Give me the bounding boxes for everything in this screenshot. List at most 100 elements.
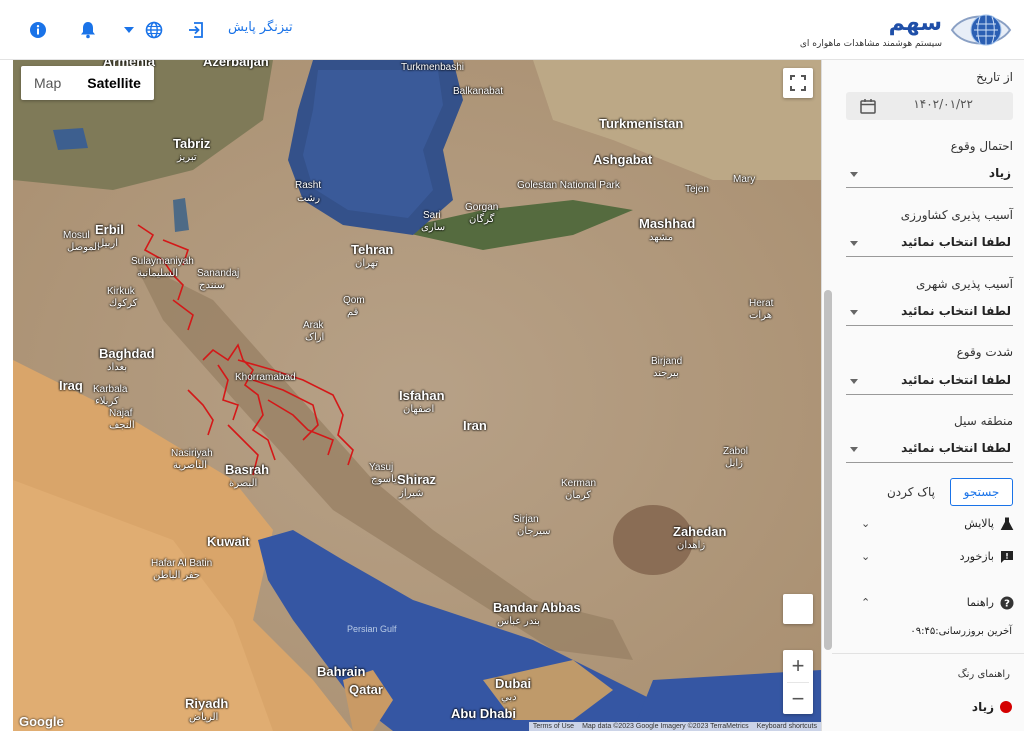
map-label-birjand-fa: بیرجند bbox=[653, 368, 679, 379]
login-icon[interactable] bbox=[186, 20, 206, 40]
terms-link[interactable]: Terms of Use bbox=[533, 723, 574, 730]
map-label-bahrain: Bahrain bbox=[317, 664, 366, 679]
accordion-guide[interactable]: ? راهنما ⌃ bbox=[821, 589, 1024, 619]
chevron-down-icon[interactable] bbox=[122, 20, 136, 40]
chevron-down-icon bbox=[850, 447, 858, 452]
map-label-riyadh: Riyadh bbox=[185, 696, 229, 711]
info-icon[interactable] bbox=[28, 20, 48, 40]
map-label-yasuj-fa: یاسوج bbox=[371, 474, 397, 485]
chevron-down-icon bbox=[850, 241, 858, 246]
map-label-sirjan-fa: سیرجان bbox=[517, 526, 551, 537]
map-label-hafar-fa: حفر الباطن bbox=[153, 570, 200, 581]
zoom-in-button[interactable]: + bbox=[783, 650, 813, 682]
map-data-text: Map data ©2023 Google Imagery ©2023 Terr… bbox=[582, 723, 749, 730]
globe-icon[interactable] bbox=[144, 20, 164, 40]
map-label-zabol-fa: زابل bbox=[725, 458, 743, 469]
severity-select[interactable]: لطفا انتخاب نمائید bbox=[846, 369, 1013, 395]
map-label-sari: Sari bbox=[423, 210, 441, 221]
map-label-najaf-fa: النجف bbox=[109, 420, 135, 431]
chevron-up-icon: ⌃ bbox=[861, 596, 871, 609]
map-label-persian-gulf: Persian Gulf bbox=[347, 624, 397, 634]
map-type-satellite-button[interactable]: Satellite bbox=[74, 66, 154, 100]
map-label-nasiriyah: Nasiriyah bbox=[171, 448, 213, 459]
project-name[interactable]: تیزنگر پایش bbox=[228, 20, 293, 35]
sidebar-divider bbox=[832, 653, 1024, 654]
accordion-refinery[interactable]: پالایش ⌄ bbox=[821, 510, 1024, 540]
map-label-zahedan-fa: زاهدان bbox=[677, 540, 706, 551]
urban-vulnerability-value: لطفا انتخاب نمائید bbox=[901, 304, 1011, 318]
map-label-birjand: Birjand bbox=[651, 356, 683, 367]
map-label-erbil: Erbil bbox=[95, 222, 124, 237]
brand-subtitle: سیستم هوشمند مشاهدات ماهواره ای bbox=[799, 39, 942, 49]
map-label-karbala-fa: كربلاء bbox=[95, 396, 119, 407]
flood-zone-select[interactable]: لطفا انتخاب نمائید bbox=[846, 437, 1013, 463]
probability-select[interactable]: زیاد bbox=[846, 162, 1013, 188]
map-label-sanandaj-fa: سنندج bbox=[199, 280, 226, 291]
probability-label: احتمال وقوع bbox=[950, 139, 1013, 153]
fullscreen-icon bbox=[790, 75, 806, 91]
agri-vulnerability-value: لطفا انتخاب نمائید bbox=[901, 235, 1011, 249]
chevron-down-icon bbox=[850, 379, 858, 384]
accordion-feedback[interactable]: بازخورد ⌄ bbox=[821, 543, 1024, 573]
accordion-feedback-label: بازخورد bbox=[959, 550, 994, 563]
clear-button[interactable]: پاک کردن bbox=[880, 478, 942, 506]
map-label-dubai: Dubai bbox=[495, 676, 532, 691]
legend-item-label: زیاد bbox=[971, 700, 994, 714]
keyboard-shortcuts-link[interactable]: Keyboard shortcuts bbox=[757, 723, 817, 730]
map-label-bandar-abbas-fa: بندر عباس bbox=[497, 616, 540, 627]
top-header: تیزنگر پایش سهم سیستم هوشمند مشاهدات ماه… bbox=[0, 0, 1024, 60]
search-button[interactable]: جستجو bbox=[950, 478, 1013, 506]
map-label-bandar-abbas: Bandar Abbas bbox=[493, 600, 581, 615]
map-label-isfahan-fa: اصفهان bbox=[403, 404, 435, 415]
map-label-sulaymaniyah: Sulaymaniyah bbox=[131, 256, 194, 267]
agri-vulnerability-select[interactable]: لطفا انتخاب نمائید bbox=[846, 231, 1013, 257]
map-type-map-button[interactable]: Map bbox=[21, 66, 74, 100]
map-label-tehran: Tehran bbox=[351, 242, 394, 257]
map-label-gorgan-fa: گرگان bbox=[469, 214, 495, 225]
accordion-guide-label: راهنما bbox=[966, 596, 994, 609]
map-label-shiraz-fa: شیراز bbox=[399, 488, 424, 499]
bell-icon[interactable] bbox=[78, 20, 98, 40]
legend-title: راهنمای رنگ bbox=[957, 669, 1010, 680]
map-label-arak: Arak bbox=[303, 320, 324, 331]
zoom-out-button[interactable]: − bbox=[783, 683, 813, 715]
map-label-tejen: Tejen bbox=[685, 184, 709, 195]
map-label-mosul-fa: الموصل bbox=[67, 242, 100, 253]
map-label-abu-dhabi: Abu Dhabi bbox=[451, 706, 516, 721]
legend-item: زیاد bbox=[972, 700, 1012, 714]
street-view-button[interactable] bbox=[783, 594, 813, 624]
map-label-gorgan: Gorgan bbox=[465, 202, 499, 213]
map-label-sirjan: Sirjan bbox=[513, 514, 539, 525]
map-label-mosul: Mosul bbox=[63, 230, 90, 241]
map-label-ashgabat: Ashgabat bbox=[593, 152, 653, 167]
urban-vulnerability-select[interactable]: لطفا انتخاب نمائید bbox=[846, 300, 1013, 326]
accordion-refinery-label: پالایش bbox=[964, 517, 994, 530]
map-label-kuwait: Kuwait bbox=[207, 534, 250, 549]
agri-vulnerability-label: آسیب پذیری کشاورزی bbox=[900, 208, 1013, 222]
map-label-qom: Qom bbox=[343, 295, 365, 306]
map-view[interactable]: Armenia Azerbaijan Turkmenbashi Balkanab… bbox=[13, 60, 821, 731]
map-label-zabol: Zabol bbox=[723, 446, 749, 457]
map-label-balkanabat: Balkanabat bbox=[453, 86, 504, 97]
map-label-riyadh-fa: الرياض bbox=[189, 712, 219, 723]
fullscreen-button[interactable] bbox=[783, 68, 813, 98]
map-label-kerman-fa: کرمان bbox=[565, 490, 592, 501]
eye-logo-icon bbox=[950, 14, 1012, 46]
urban-vulnerability-label: آسیب پذیری شهری bbox=[915, 277, 1013, 291]
map-label-sulaymaniyah-fa: السليمانية bbox=[137, 268, 179, 279]
map-label-tabriz: Tabriz bbox=[173, 136, 211, 151]
severity-value: لطفا انتخاب نمائید bbox=[901, 373, 1011, 387]
chevron-down-icon bbox=[850, 310, 858, 315]
map-label-isfahan: Isfahan bbox=[399, 388, 445, 403]
map-label-qom-fa: قم bbox=[347, 307, 359, 318]
brand-title: سهم bbox=[888, 11, 942, 36]
map-label-baghdad-fa: بغداد bbox=[107, 362, 128, 373]
map-label-herat: Herat bbox=[749, 298, 774, 309]
flask-icon bbox=[1000, 517, 1014, 530]
map-label-iraq: Iraq bbox=[59, 378, 83, 393]
help-icon: ? bbox=[1000, 596, 1014, 610]
map-label-kerman: Kerman bbox=[561, 478, 597, 489]
map-label-yasuj: Yasuj bbox=[369, 462, 394, 473]
flood-zone-label: منطقه سیل bbox=[954, 414, 1013, 428]
from-date-field[interactable]: ۱۴۰۲/۰۱/۲۲ bbox=[846, 92, 1013, 120]
